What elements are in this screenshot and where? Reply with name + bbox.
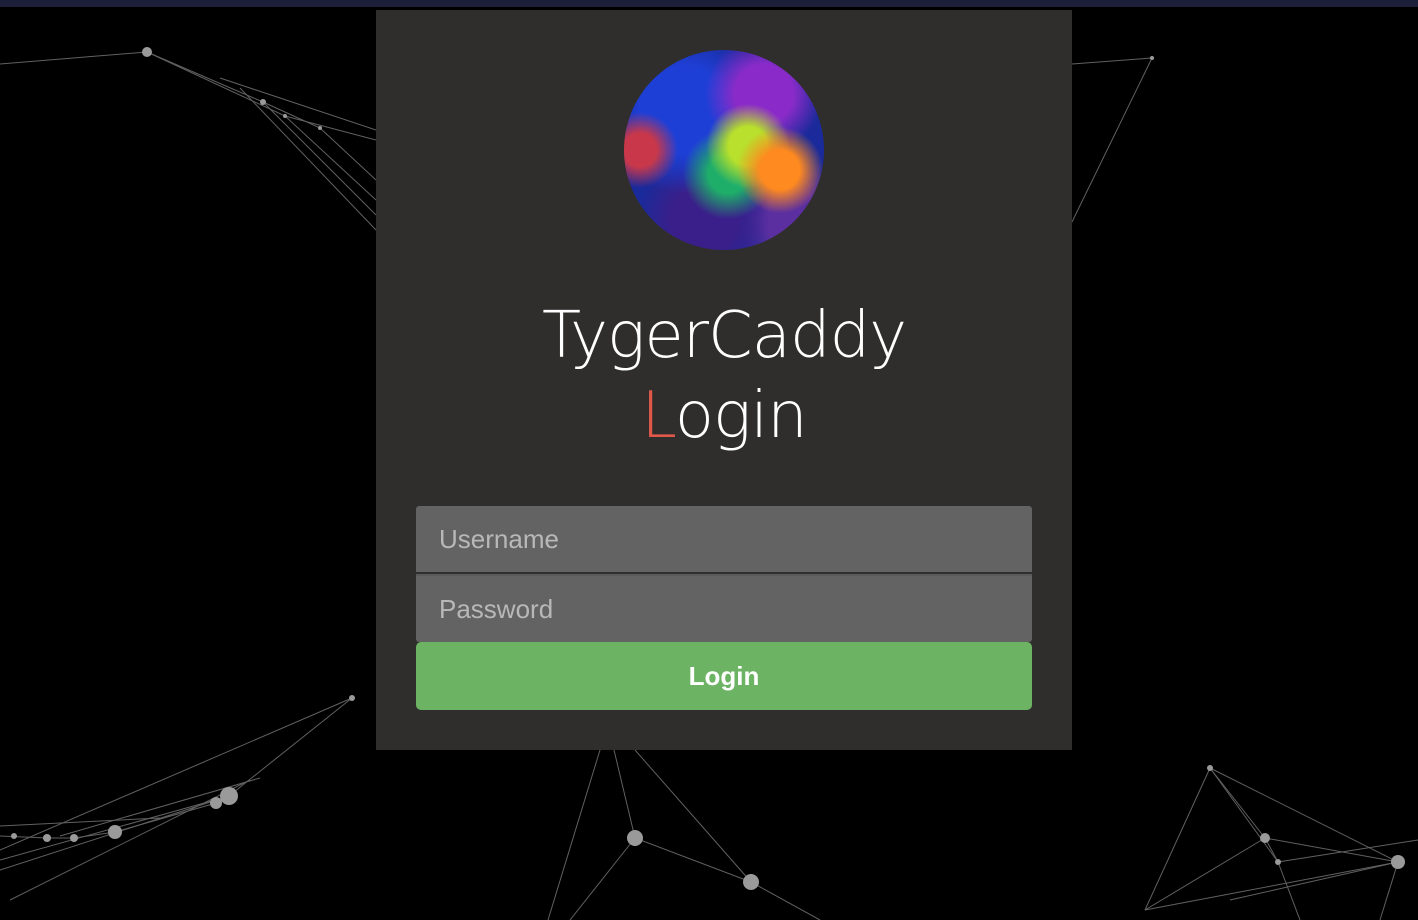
login-heading: Login (376, 376, 1072, 456)
password-input[interactable] (416, 576, 1032, 642)
login-heading-rest: ogin (674, 379, 808, 453)
login-heading-accent-letter: L (641, 379, 676, 453)
page-title: TygerCaddy Login (376, 296, 1072, 456)
login-card: TygerCaddy Login Login (376, 10, 1072, 750)
username-input[interactable] (416, 506, 1032, 572)
login-button[interactable]: Login (416, 642, 1032, 710)
nebula-logo-image (624, 50, 824, 250)
app-name: TygerCaddy (541, 299, 907, 373)
